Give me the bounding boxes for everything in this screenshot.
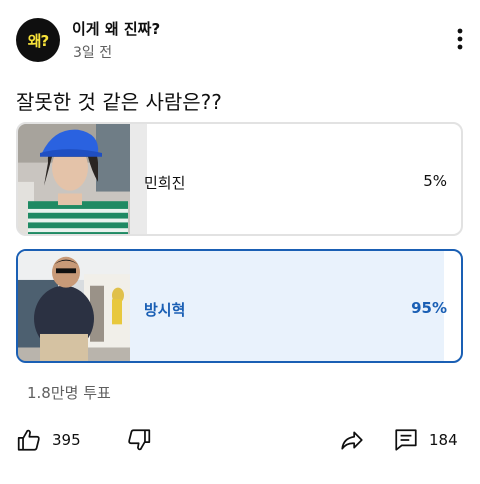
- channel-name[interactable]: 이게 왜 진짜?: [72, 18, 160, 39]
- action-bar: 395 184: [0, 425, 480, 459]
- like-count: 395: [52, 431, 81, 449]
- option-2-label: 방시혁: [144, 301, 186, 319]
- option-1-image: [18, 124, 130, 234]
- share-icon: [341, 431, 363, 450]
- poll-option-1[interactable]: 민희진 5%: [16, 122, 463, 236]
- poll-question: 잘못한 것 같은 사람은??: [16, 90, 222, 114]
- comment-icon: [395, 429, 417, 451]
- vote-count: 1.8만명 투표: [27, 384, 111, 402]
- thumbs-up-icon: [17, 429, 40, 451]
- option-2-image: [18, 251, 130, 361]
- option-1-label: 민희진: [144, 174, 186, 192]
- option-1-percent: 5%: [423, 172, 447, 190]
- avatar-text: 왜?: [27, 31, 49, 50]
- thumbs-down-icon: [128, 429, 151, 451]
- comment-button[interactable]: 184: [393, 425, 458, 455]
- poll-option-2[interactable]: 방시혁 95%: [16, 249, 463, 363]
- post-header: 왜? 이게 왜 진짜? 3일 전: [16, 14, 472, 66]
- option-2-percent: 95%: [411, 299, 447, 317]
- share-button[interactable]: [338, 425, 366, 455]
- post-timestamp: 3일 전: [73, 45, 113, 61]
- more-vert-icon[interactable]: [448, 24, 472, 54]
- dislike-button[interactable]: [126, 425, 152, 455]
- comment-count: 184: [429, 431, 458, 449]
- like-button[interactable]: 395: [16, 425, 81, 455]
- channel-avatar[interactable]: 왜?: [16, 18, 60, 62]
